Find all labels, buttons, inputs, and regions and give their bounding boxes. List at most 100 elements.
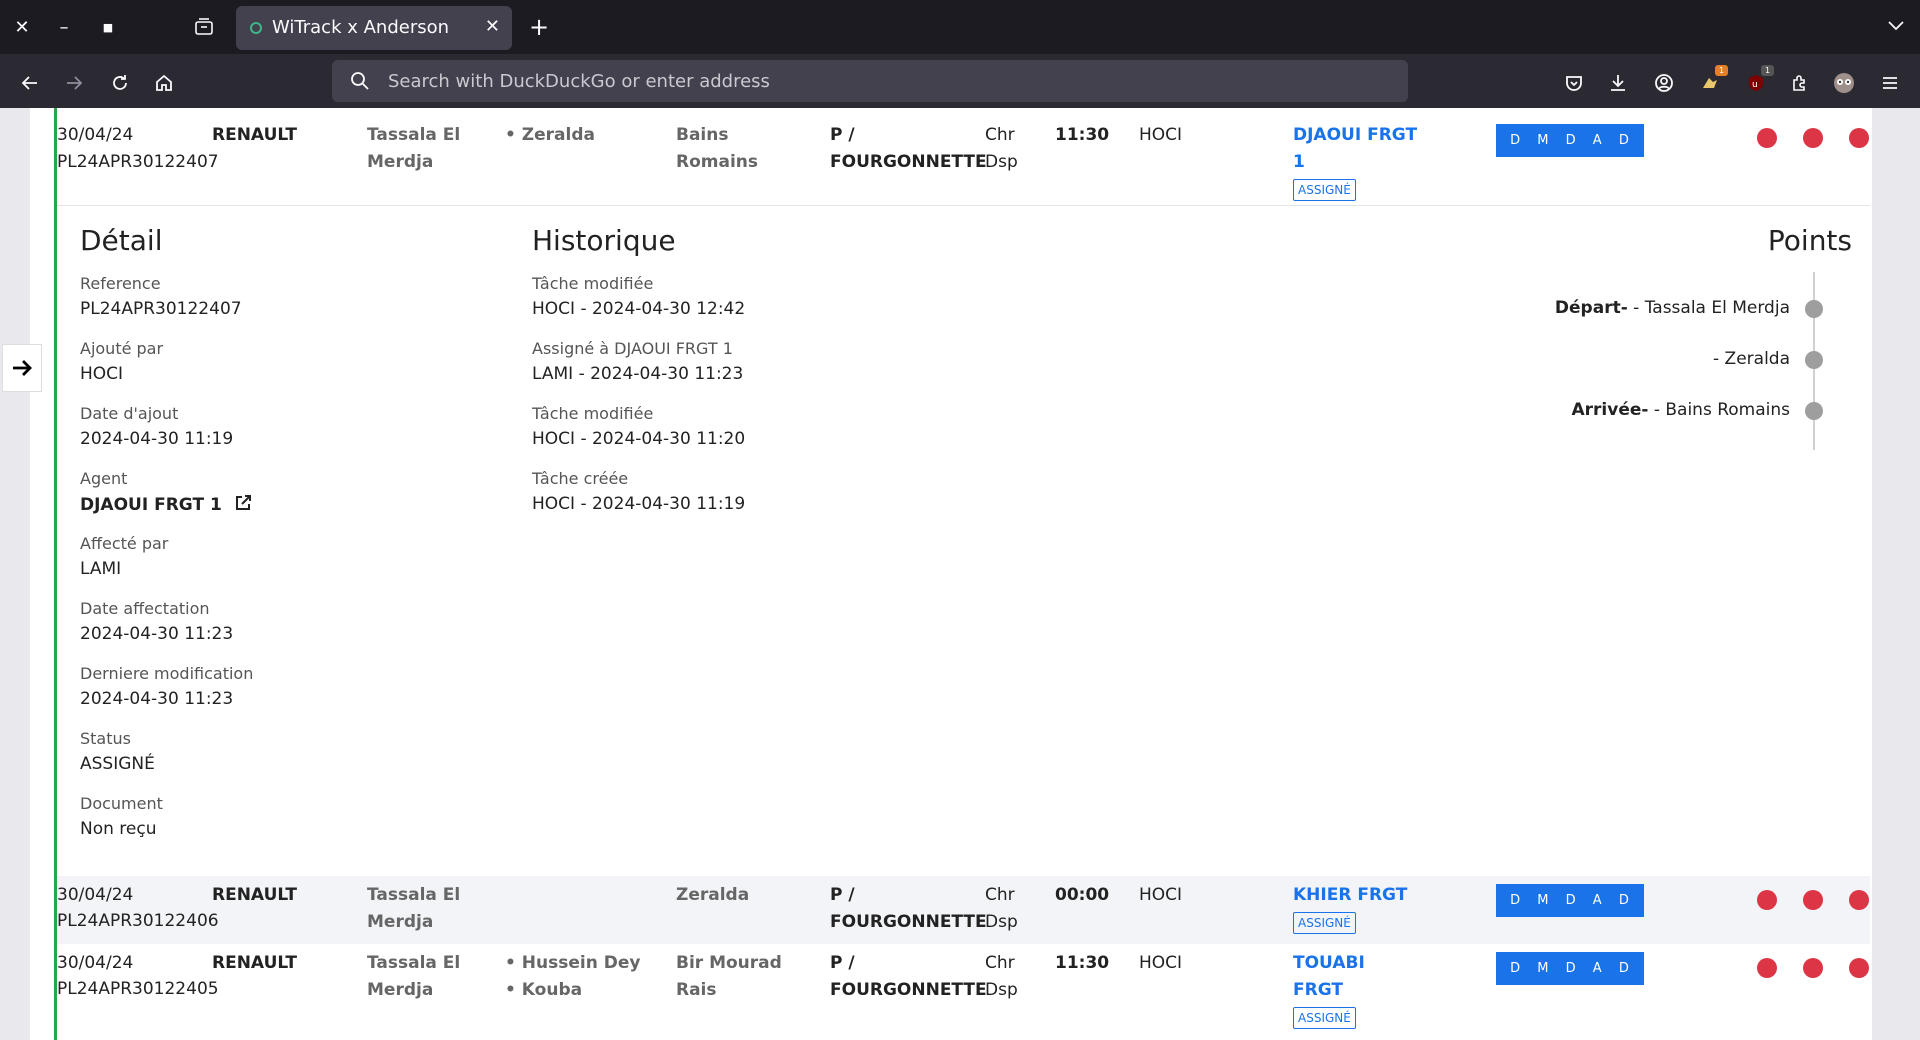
detail-value: 2024-04-30 11:19 <box>80 429 234 449</box>
row-agent: TOUABI FRGT ASSIGNÉ <box>1293 950 1383 1029</box>
tab-favicon-icon <box>250 22 262 34</box>
status-dot <box>1849 958 1869 978</box>
tab-witrack[interactable]: WiTrack x Anderson ✕ <box>236 6 512 50</box>
status-dot <box>1803 890 1823 910</box>
address-bar[interactable]: Search with DuckDuckGo or enter address <box>332 60 1408 102</box>
row-type: Chr Dsp <box>985 125 1018 172</box>
row-vehicle: P / FOURGONNETTE <box>830 125 987 172</box>
tab-close-icon[interactable]: ✕ <box>485 16 500 37</box>
window-close-icon[interactable]: ✕ <box>12 17 32 38</box>
detail-value: ASSIGNÉ <box>80 754 155 774</box>
agent-link[interactable]: KHIER FRGT <box>1293 882 1423 909</box>
row-reference: PL24APR30122407 <box>57 152 219 172</box>
row-origin: Tassala El Merdja <box>367 885 461 932</box>
point-text: - Bains Romains <box>1648 400 1790 420</box>
profile-avatar-icon[interactable] <box>1832 71 1856 95</box>
window-minimize-icon[interactable]: – <box>54 17 74 38</box>
row-destination: Zeralda <box>676 885 750 905</box>
forward-icon[interactable] <box>62 71 86 95</box>
detail-agent-link[interactable]: DJAOUI FRGT 1 <box>80 494 252 515</box>
action-d-button[interactable]: D <box>1619 961 1630 976</box>
point-text: - Zeralda <box>1713 349 1790 369</box>
action-d-button[interactable]: D <box>1566 133 1577 148</box>
detail-label: Derniere modification <box>80 664 254 683</box>
home-icon[interactable] <box>152 71 176 95</box>
pocket-icon[interactable] <box>1562 71 1586 95</box>
table-row[interactable]: 30/04/24 RENAULT PL24APR30122405 Tassala… <box>57 944 1870 1040</box>
extension-bookmark-icon[interactable]: 1 <box>1698 65 1728 95</box>
row-brand: RENAULT <box>212 885 297 905</box>
row-creator: HOCI <box>1139 125 1183 145</box>
point-marker <box>1805 351 1823 369</box>
downloads-icon[interactable] <box>1606 71 1630 95</box>
points-title: Points <box>1767 224 1852 257</box>
point-departure: Départ- - Tassala El Merdja <box>1555 298 1790 318</box>
action-d-button[interactable]: D <box>1510 961 1521 976</box>
table-row[interactable]: 30/04/24 RENAULT PL24APR30122406 Tassala… <box>57 876 1870 944</box>
detail-title: Détail <box>80 224 163 257</box>
status-badge: ASSIGNÉ <box>1293 1007 1356 1029</box>
row-brand: RENAULT <box>212 953 297 973</box>
action-a-button[interactable]: A <box>1593 133 1603 148</box>
history-label: Tâche modifiée <box>532 274 654 293</box>
action-m-button[interactable]: M <box>1537 133 1549 148</box>
extension-badge: 1 <box>1715 65 1728 76</box>
agent-link[interactable]: TOUABI FRGT <box>1293 950 1383 1004</box>
detail-value: 2024-04-30 11:23 <box>80 689 234 709</box>
detail-label: Agent <box>80 469 128 488</box>
action-d-button[interactable]: D <box>1510 133 1521 148</box>
row-reference: PL24APR30122406 <box>57 911 219 931</box>
status-dot <box>1803 128 1823 148</box>
row-date: 30/04/24 <box>57 953 134 973</box>
detail-value: PL24APR30122407 <box>80 299 242 319</box>
detail-label: Date d'ajout <box>80 404 179 423</box>
action-d-button[interactable]: D <box>1566 961 1577 976</box>
action-d-button[interactable]: D <box>1619 133 1630 148</box>
action-m-button[interactable]: M <box>1537 961 1549 976</box>
app-menu-icon[interactable] <box>1878 71 1902 95</box>
detail-label: Ajouté par <box>80 339 164 358</box>
detail-value: HOCI <box>80 364 124 384</box>
point-text: - Tassala El Merdja <box>1627 298 1790 318</box>
sidebar-toggle-button[interactable] <box>2 344 42 392</box>
action-a-button[interactable]: A <box>1593 961 1603 976</box>
row-date: 30/04/24 <box>57 885 134 905</box>
action-d-button[interactable]: D <box>1510 893 1521 908</box>
extensions-icon[interactable] <box>1788 71 1812 95</box>
list-all-tabs-icon[interactable] <box>1884 14 1908 38</box>
reload-icon[interactable] <box>108 71 132 95</box>
status-badge: ASSIGNÉ <box>1293 912 1356 934</box>
back-icon[interactable] <box>18 71 42 95</box>
row-stops: Zeralda <box>505 122 595 149</box>
new-tab-icon[interactable]: + <box>526 13 552 41</box>
row-type: Chr Dsp <box>985 953 1018 1000</box>
window-maximize-icon[interactable]: ■ <box>98 17 118 37</box>
row-origin: Tassala El Merdja <box>367 953 461 1000</box>
detail-value: LAMI <box>80 559 122 579</box>
agent-link[interactable]: DJAOUI FRGT 1 <box>1293 122 1423 176</box>
arrow-right-icon <box>13 360 32 376</box>
ublock-icon[interactable]: u 1 <box>1744 65 1774 95</box>
action-a-button[interactable]: A <box>1593 893 1603 908</box>
row-reference: PL24APR30122405 <box>57 979 219 999</box>
history-value: HOCI - 2024-04-30 11:19 <box>532 494 746 514</box>
action-d-button[interactable]: D <box>1619 893 1630 908</box>
history-label: Tâche créée <box>532 469 629 488</box>
list-item: Kouba <box>505 977 640 1004</box>
row-brand: RENAULT <box>212 125 297 145</box>
detail-value: Non reçu <box>80 819 157 839</box>
action-d-button[interactable]: D <box>1566 893 1577 908</box>
svg-text:u: u <box>1752 80 1758 90</box>
row-type: Chr Dsp <box>985 885 1018 932</box>
action-m-button[interactable]: M <box>1537 893 1549 908</box>
row-agent: KHIER FRGT ASSIGNÉ <box>1293 882 1423 934</box>
status-dot <box>1849 890 1869 910</box>
action-buttons: D M D A D <box>1496 952 1644 985</box>
history-label: Assigné à DJAOUI FRGT 1 <box>532 339 733 358</box>
row-destination: Bains Romains <box>676 125 759 172</box>
table-row[interactable]: 30/04/24 RENAULT PL24APR30122407 Tassala… <box>57 108 1870 206</box>
status-dot <box>1757 128 1777 148</box>
history-value: LAMI - 2024-04-30 11:23 <box>532 364 744 384</box>
tab-overview-icon[interactable] <box>192 15 216 39</box>
account-icon[interactable] <box>1652 71 1676 95</box>
